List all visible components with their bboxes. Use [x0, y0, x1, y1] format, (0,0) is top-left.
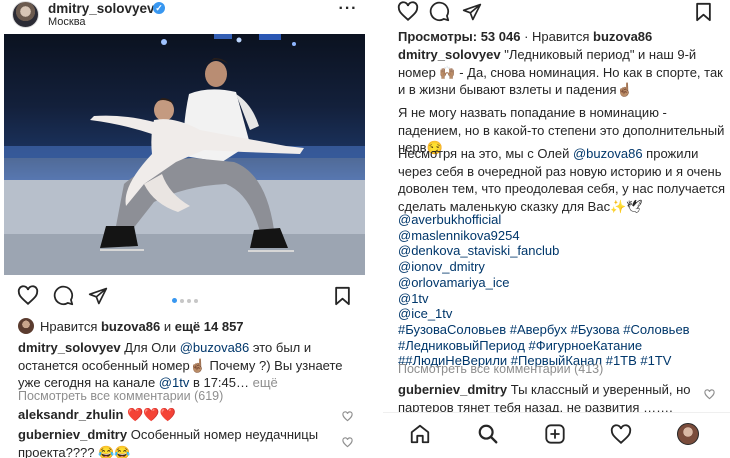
mention-link[interactable]: @ionov_dmitry: [398, 259, 690, 275]
likes-middle: и: [160, 319, 175, 334]
mention-link[interactable]: @orlovamariya_ice: [398, 275, 690, 291]
caption-paragraph: dmitry_solovyev "Ледниковый период" и на…: [398, 46, 728, 99]
caption-text: в 17:45…: [189, 375, 250, 390]
mention-link[interactable]: @maslennikova9254: [398, 228, 690, 244]
views-separator: ·: [520, 29, 533, 44]
carousel-dot: [194, 298, 198, 303]
likes-user[interactable]: buzova86: [101, 319, 160, 334]
activity-heart-icon[interactable]: [608, 421, 634, 447]
views-label: Просмотры:: [398, 29, 481, 44]
view-all-comments-link[interactable]: Посмотреть все комментарии (619): [18, 389, 223, 403]
caption-text: Несмотря на это, мы с Олей: [398, 146, 573, 161]
comment-row: aleksandr_zhulin ❤️❤️❤️: [18, 406, 328, 424]
views-row[interactable]: Просмотры: 53 046 · Нравится buzova86: [398, 29, 652, 44]
comment-icon[interactable]: [429, 1, 450, 22]
likes-row[interactable]: Нравится buzova86 и ещё 14 857: [18, 318, 358, 336]
caption-mention[interactable]: @buzova86: [180, 340, 250, 355]
comment-icon[interactable]: [53, 285, 74, 306]
share-icon[interactable]: [462, 2, 482, 22]
more-dots-icon[interactable]: ···: [338, 0, 358, 18]
hashtag-line[interactable]: #БузоваСоловьев #Авербух #Бузова #Соловь…: [398, 322, 690, 338]
carousel-dots: [172, 292, 201, 304]
mention-link[interactable]: @1tv: [398, 291, 690, 307]
comment-like-heart-icon[interactable]: [342, 411, 354, 423]
comment-row: guberniev_dmitry Особенный номер неудачн…: [18, 426, 328, 458]
carousel-dot: [187, 298, 191, 303]
left-post-panel: dmitry_solovyev ✓ Москва ··· Нравится bu…: [0, 0, 372, 458]
post-header: dmitry_solovyev ✓ Москва ···: [0, 0, 372, 30]
profile-avatar[interactable]: [675, 421, 701, 447]
share-icon[interactable]: [88, 286, 108, 306]
caption-mention[interactable]: @1tv: [159, 375, 190, 390]
bookmark-icon[interactable]: [334, 286, 351, 306]
like-heart-icon[interactable]: [397, 1, 419, 22]
caption-username[interactable]: dmitry_solovyev: [398, 47, 501, 62]
carousel-dot: [180, 298, 184, 303]
comment-username[interactable]: guberniev_dmitry: [398, 382, 507, 397]
right-post-panel: Просмотры: 53 046 · Нравится buzova86 dm…: [383, 0, 730, 458]
comment-username[interactable]: guberniev_dmitry: [18, 427, 127, 442]
hashtag-line[interactable]: #ЛедниковыйПериод #ФигурноеКатание: [398, 338, 690, 354]
carousel-dot: [172, 298, 177, 304]
caption-more-link[interactable]: ещё: [249, 375, 278, 390]
post-location[interactable]: Москва: [48, 16, 86, 28]
post-photo[interactable]: [4, 34, 365, 275]
verified-badge-icon: ✓: [153, 2, 165, 14]
profile-avatar-image: [677, 423, 699, 445]
mention-link[interactable]: @denkova_staviski_fanclub: [398, 243, 690, 259]
comment-row: guberniev_dmitry Ты классный и уверенный…: [398, 381, 703, 416]
post-username[interactable]: dmitry_solovyev: [48, 1, 155, 16]
avatar[interactable]: [12, 1, 39, 28]
home-icon[interactable]: [407, 421, 433, 447]
liked-user[interactable]: buzova86: [593, 29, 652, 44]
likes-others[interactable]: ещё 14 857: [175, 319, 244, 334]
likes-prefix: Нравится: [40, 319, 101, 334]
caption-username[interactable]: dmitry_solovyev: [18, 340, 121, 355]
search-icon[interactable]: [475, 421, 501, 447]
comment-like-heart-icon[interactable]: [704, 389, 716, 401]
caption-text: Для Оли: [120, 340, 180, 355]
tag-list: @averbukhofficial @maslennikova9254 @den…: [398, 212, 690, 369]
mention-link[interactable]: @averbukhofficial: [398, 212, 690, 228]
mention-link[interactable]: @ice_1tv: [398, 306, 690, 322]
liked-prefix: Нравится: [532, 29, 594, 44]
comment-like-heart-icon[interactable]: [342, 437, 354, 449]
like-heart-icon[interactable]: [17, 285, 39, 306]
comment-username[interactable]: aleksandr_zhulin: [18, 407, 123, 422]
liker-avatar: [18, 318, 34, 334]
post-caption: dmitry_solovyev Для Оли @buzova86 это бы…: [18, 339, 363, 392]
new-post-icon[interactable]: [542, 421, 568, 447]
bottom-navigation-bar: [383, 412, 730, 458]
view-all-comments-link[interactable]: Посмотреть все комментарии (413): [398, 362, 603, 376]
caption-mention[interactable]: @buzova86: [573, 146, 643, 161]
comment-text: ❤️❤️❤️: [123, 407, 176, 422]
bookmark-icon[interactable]: [695, 2, 712, 22]
views-count: 53 046: [480, 29, 521, 44]
caption-paragraph: Несмотря на это, мы с Олей @buzova86 про…: [398, 145, 728, 215]
